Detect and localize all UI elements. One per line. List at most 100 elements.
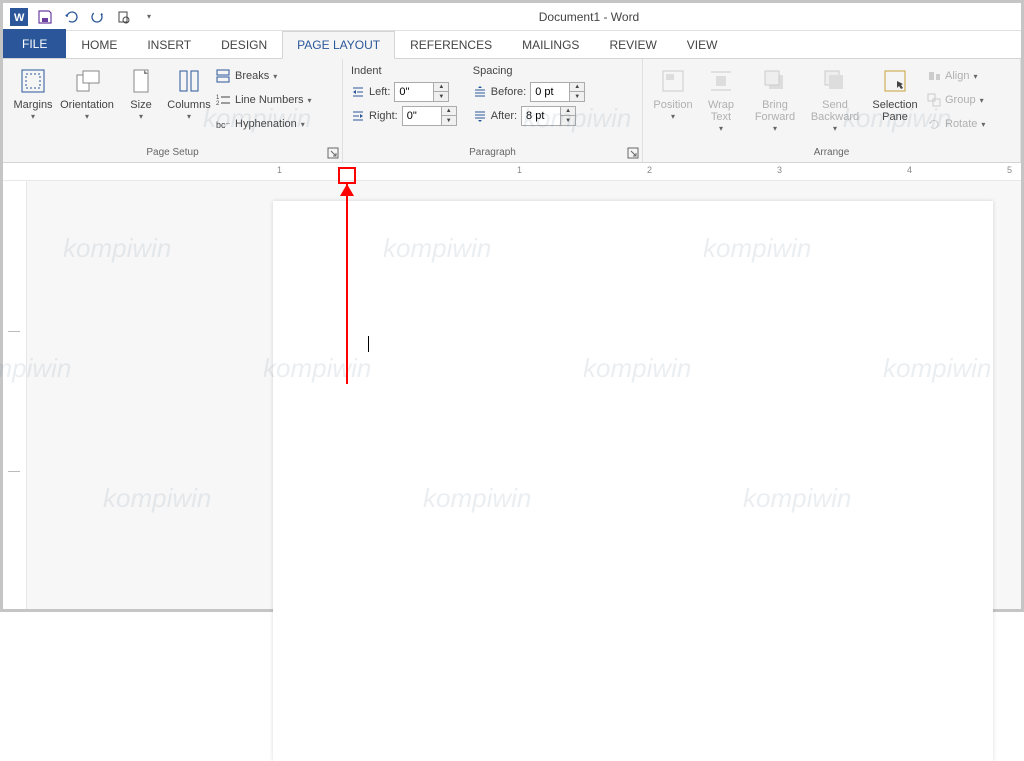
spin-up[interactable]: ▲ [434, 83, 448, 92]
ruler-mark: 5 [1007, 165, 1012, 175]
spin-down[interactable]: ▼ [570, 92, 584, 101]
vertical-ruler[interactable] [3, 181, 27, 609]
indent-right-row: Right: ▲▼ [351, 105, 457, 127]
wrap-text-label: Wrap Text [701, 99, 741, 123]
svg-text:bc⁻: bc⁻ [216, 120, 231, 130]
ruler-mark: 4 [907, 165, 912, 175]
word-app-icon[interactable]: W [7, 5, 31, 29]
indent-right-icon [351, 109, 365, 123]
indent-left-label: Left: [369, 86, 390, 98]
qat-customize-icon[interactable]: ▾ [137, 5, 161, 29]
rotate-label: Rotate [945, 118, 977, 130]
spin-down[interactable]: ▼ [442, 116, 456, 125]
tab-references[interactable]: REFERENCES [395, 31, 507, 58]
group-page-setup: Margins▾ Orientation▾ Size▾ Columns▾ Bre… [3, 59, 343, 162]
spacing-before-icon [473, 85, 487, 99]
orientation-label: Orientation [60, 99, 114, 111]
wrap-text-button[interactable]: Wrap Text▾ [699, 63, 743, 136]
columns-icon [173, 65, 205, 97]
indent-left-input[interactable] [394, 82, 434, 102]
margins-button[interactable]: Margins▾ [11, 63, 55, 124]
tab-mailings[interactable]: MAILINGS [507, 31, 594, 58]
orientation-icon [71, 65, 103, 97]
size-label: Size [130, 99, 151, 111]
spin-down[interactable]: ▼ [434, 92, 448, 101]
save-icon[interactable] [33, 5, 57, 29]
selection-pane-button[interactable]: Selection Pane [867, 63, 923, 125]
spacing-after-row: After: ▲▼ [473, 105, 585, 127]
ribbon-tabs: FILE HOME INSERT DESIGN PAGE LAYOUT REFE… [3, 31, 1021, 59]
touch-mode-icon[interactable] [111, 5, 135, 29]
line-numbers-icon: 12 [215, 92, 231, 108]
wrap-text-icon [705, 65, 737, 97]
position-icon [657, 65, 689, 97]
tab-home[interactable]: HOME [66, 31, 132, 58]
redo-icon[interactable] [85, 5, 109, 29]
align-icon [927, 69, 941, 83]
page-setup-group-label: Page Setup [11, 145, 334, 160]
spin-up[interactable]: ▲ [570, 83, 584, 92]
position-button[interactable]: Position▾ [651, 63, 695, 124]
spacing-before-input[interactable] [530, 82, 570, 102]
group-btn-label: Group [945, 94, 976, 106]
svg-text:2: 2 [216, 101, 220, 107]
spin-up[interactable]: ▲ [561, 107, 575, 116]
indent-right-label: Right: [369, 110, 398, 122]
columns-button[interactable]: Columns▾ [167, 63, 211, 124]
paragraph-group-label: Paragraph [351, 145, 634, 160]
spacing-before-row: Before: ▲▼ [473, 81, 585, 103]
send-backward-icon [819, 65, 851, 97]
tab-view[interactable]: VIEW [672, 31, 733, 58]
send-backward-button[interactable]: Send Backward▾ [807, 63, 863, 136]
send-backward-label: Send Backward [809, 99, 861, 123]
columns-label: Columns [167, 99, 210, 111]
group-paragraph: Indent Left: ▲▼ Right: ▲▼ Spacing Before… [343, 59, 643, 162]
align-button[interactable]: Align▾ [927, 65, 985, 87]
tab-design[interactable]: DESIGN [206, 31, 282, 58]
spacing-after-icon [473, 109, 487, 123]
group-icon [927, 93, 941, 107]
orientation-button[interactable]: Orientation▾ [59, 63, 115, 124]
selection-pane-label: Selection Pane [869, 99, 921, 123]
page-setup-launcher[interactable] [326, 146, 340, 160]
document-page[interactable] [273, 201, 993, 761]
paragraph-launcher[interactable] [626, 146, 640, 160]
horizontal-ruler[interactable]: 1 1 2 3 4 5 [3, 163, 1021, 181]
size-button[interactable]: Size▾ [119, 63, 163, 124]
position-label: Position [653, 99, 692, 111]
breaks-button[interactable]: Breaks▾ [215, 65, 312, 87]
tab-file[interactable]: FILE [3, 29, 66, 58]
undo-icon[interactable] [59, 5, 83, 29]
document-area [3, 181, 1021, 609]
spacing-after-input[interactable] [521, 106, 561, 126]
bring-forward-label: Bring Forward [749, 99, 801, 123]
tab-review[interactable]: REVIEW [594, 31, 671, 58]
tab-insert[interactable]: INSERT [132, 31, 206, 58]
rotate-button[interactable]: Rotate▾ [927, 113, 985, 135]
spacing-after-label: After: [491, 110, 517, 122]
ruler-mark: 3 [777, 165, 782, 175]
ribbon: Margins▾ Orientation▾ Size▾ Columns▾ Bre… [3, 59, 1021, 163]
hyphenation-icon: bc⁻ [215, 116, 231, 132]
margins-label: Margins [13, 99, 52, 111]
ruler-mark: 1 [517, 165, 522, 175]
size-icon [125, 65, 157, 97]
spin-up[interactable]: ▲ [442, 107, 456, 116]
spacing-before-label: Before: [491, 86, 526, 98]
ruler-mark: 1 [277, 165, 282, 175]
hyphenation-button[interactable]: bc⁻ Hyphenation▾ [215, 113, 312, 135]
align-label: Align [945, 70, 969, 82]
group-button[interactable]: Group▾ [927, 89, 985, 111]
bring-forward-button[interactable]: Bring Forward▾ [747, 63, 803, 136]
ruler-mark: 2 [647, 165, 652, 175]
indent-right-input[interactable] [402, 106, 442, 126]
spin-down[interactable]: ▼ [561, 116, 575, 125]
margins-icon [17, 65, 49, 97]
window-title: Document1 - Word [161, 10, 1017, 24]
arrange-group-label: Arrange [651, 145, 1012, 160]
indent-left-icon [351, 85, 365, 99]
indent-left-row: Left: ▲▼ [351, 81, 457, 103]
rotate-icon [927, 117, 941, 131]
line-numbers-button[interactable]: 12 Line Numbers▾ [215, 89, 312, 111]
tab-page-layout[interactable]: PAGE LAYOUT [282, 31, 395, 59]
